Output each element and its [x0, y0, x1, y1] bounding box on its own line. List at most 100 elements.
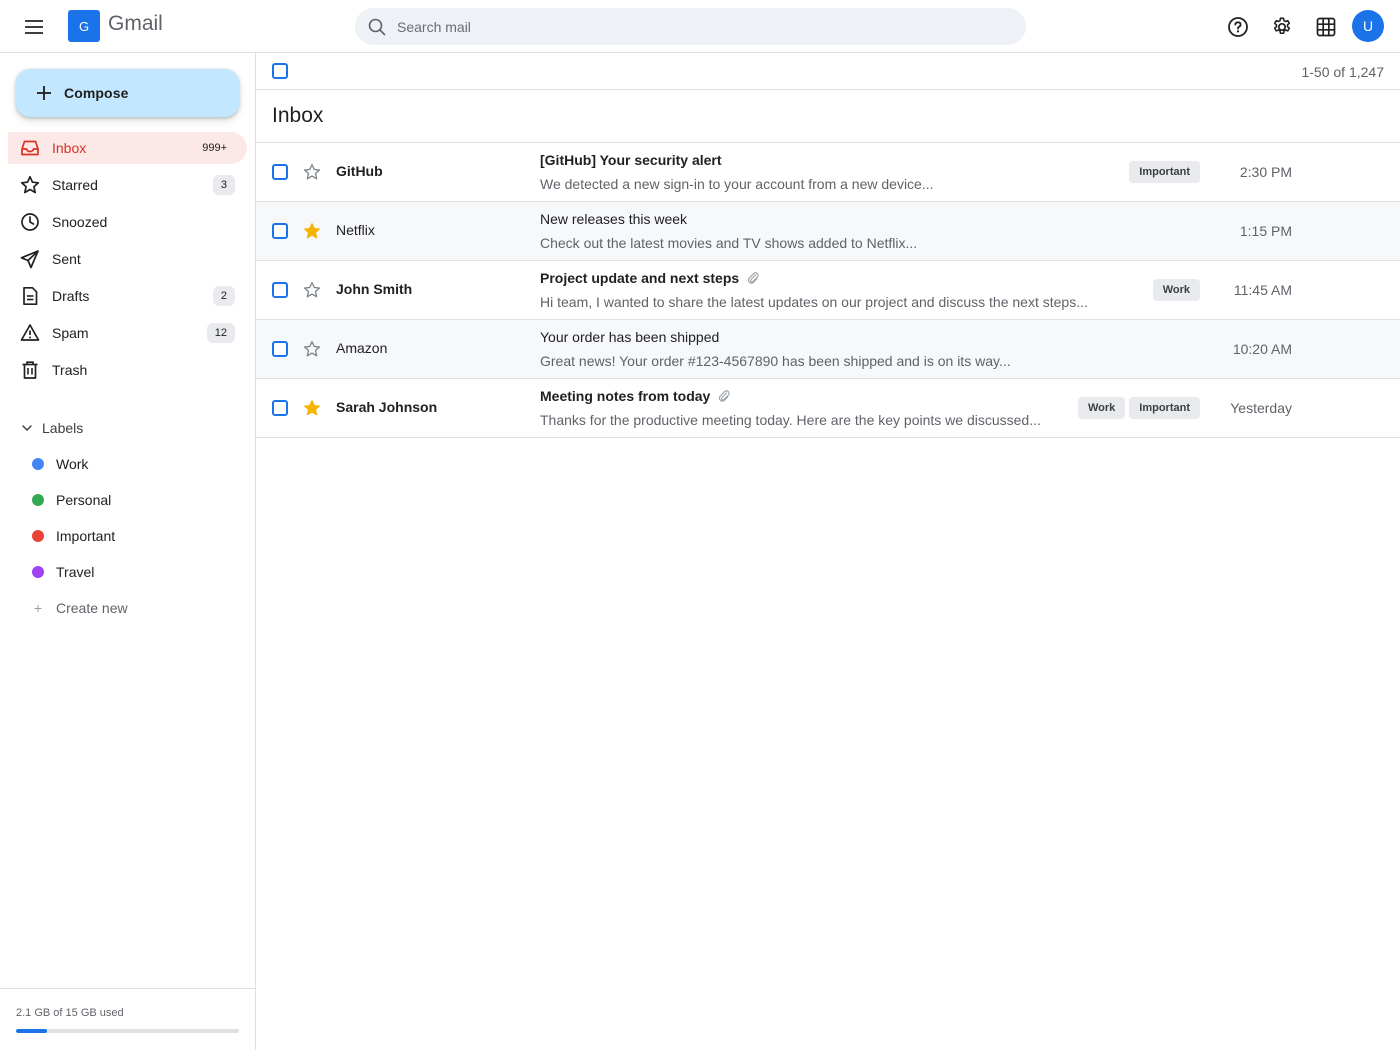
email-subject-line: Meeting notes from today: [540, 388, 731, 404]
list-toolbar: 1-50 of 1,247: [256, 53, 1400, 90]
sidebar-item-trash[interactable]: Trash: [8, 354, 247, 386]
help-icon: [1228, 17, 1248, 37]
email-row[interactable]: John Smith Project update and next steps H…: [256, 261, 1400, 320]
unread-count-badge: 999+: [202, 142, 227, 154]
email-subject: [GitHub] Your security alert: [540, 152, 722, 168]
email-checkbox[interactable]: [272, 223, 288, 239]
email-label-tag[interactable]: Important: [1129, 397, 1200, 419]
apps-button[interactable]: [1310, 11, 1342, 43]
sidebar-item-starred[interactable]: Starred 3: [8, 169, 247, 201]
label-name: Work: [56, 456, 89, 472]
email-label-tag[interactable]: Work: [1152, 279, 1200, 301]
sidebar-item-inbox[interactable]: Inbox 999+: [8, 132, 247, 164]
label-color-dot: [32, 494, 44, 506]
email-row[interactable]: Sarah Johnson Meeting notes from today Tha…: [256, 379, 1400, 438]
settings-button[interactable]: [1266, 11, 1298, 43]
labels-section-toggle[interactable]: Labels: [20, 417, 83, 439]
compose-button[interactable]: Compose: [16, 69, 239, 117]
storage-text: 2.1 GB of 15 GB used: [16, 1007, 124, 1019]
inbox-icon: [20, 138, 40, 158]
search-input[interactable]: [397, 18, 957, 35]
label-name: Important: [56, 528, 116, 544]
sidebar-item-spam[interactable]: Spam 12: [8, 317, 247, 349]
sidebar-item-label: Inbox: [52, 140, 87, 156]
sidebar-item-label: Snoozed: [52, 214, 108, 230]
main-menu-button[interactable]: [18, 11, 50, 43]
star-icon: [20, 175, 40, 195]
storage-indicator: 2.1 GB of 15 GB used: [0, 988, 255, 1050]
sidebar-item-label: Sent: [52, 251, 81, 267]
star-icon[interactable]: [303, 281, 321, 299]
create-new-label: Create new: [56, 600, 128, 616]
email-checkbox[interactable]: [272, 341, 288, 357]
count-badge: 12: [206, 323, 235, 343]
count-badge: 2: [212, 286, 235, 306]
email-tags: Work: [1152, 279, 1200, 301]
star-icon[interactable]: [303, 340, 321, 358]
email-sender: Netflix: [336, 222, 375, 238]
sidebar-item-drafts[interactable]: Drafts 2: [8, 280, 247, 312]
create-label-button[interactable]: + Create new: [30, 590, 128, 626]
email-sender: John Smith: [336, 281, 413, 297]
pagination-range: 1-50 of 1,247: [1301, 64, 1384, 80]
email-subject: Meeting notes from today: [540, 388, 711, 404]
search-icon[interactable]: [357, 8, 397, 45]
email-time: Yesterday: [1230, 400, 1292, 416]
apps-grid-icon: [1316, 17, 1336, 37]
sidebar-item-label: Starred: [52, 177, 98, 193]
email-snippet: Thanks for the productive meeting today.…: [540, 412, 1041, 428]
label-color-dot: [32, 566, 44, 578]
email-row[interactable]: Netflix New releases this week Check out t…: [256, 202, 1400, 261]
app-name[interactable]: Gmail: [108, 12, 163, 36]
email-snippet: Check out the latest movies and TV shows…: [540, 235, 918, 251]
label-list: Work Personal Important Travel + Create …: [30, 446, 128, 626]
main-content: 1-50 of 1,247 Inbox GitHub [GitHub] Your …: [256, 53, 1400, 1050]
trash-icon: [20, 360, 40, 380]
sidebar-item-label: Spam: [52, 325, 89, 341]
star-filled-icon[interactable]: [303, 222, 321, 240]
email-checkbox[interactable]: [272, 282, 288, 298]
chevron-down-icon: [22, 425, 32, 432]
email-time: 1:15 PM: [1239, 223, 1292, 239]
email-row[interactable]: Amazon Your order has been shipped Great n…: [256, 320, 1400, 379]
email-label-tag[interactable]: Important: [1129, 161, 1200, 183]
star-icon[interactable]: [303, 163, 321, 181]
email-subject: Project update and next steps: [540, 270, 740, 286]
email-label-tag[interactable]: Work: [1077, 397, 1126, 419]
compose-label: Compose: [64, 85, 129, 101]
email-list: GitHub [GitHub] Your security alert We det…: [256, 143, 1400, 438]
label-name: Personal: [56, 492, 112, 508]
page-title: Inbox: [256, 90, 1400, 143]
sidebar-item-label: Drafts: [52, 288, 90, 304]
email-sender: GitHub: [336, 163, 383, 179]
sidebar-item-sent[interactable]: Sent: [8, 243, 247, 275]
avatar[interactable]: U: [1352, 10, 1384, 42]
sidebar-item-snoozed[interactable]: Snoozed: [8, 206, 247, 238]
sidebar-item-label: Trash: [52, 362, 88, 378]
send-icon: [20, 249, 40, 269]
email-snippet: Hi team, I wanted to share the latest up…: [540, 294, 1088, 310]
email-sender: Sarah Johnson: [336, 399, 438, 415]
clock-icon: [20, 212, 40, 232]
label-color-dot: [32, 458, 44, 470]
label-important[interactable]: Important: [30, 518, 128, 554]
email-row[interactable]: GitHub [GitHub] Your security alert We det…: [256, 143, 1400, 202]
select-all-checkbox[interactable]: [272, 63, 288, 79]
label-work[interactable]: Work: [30, 446, 128, 482]
label-personal[interactable]: Personal: [30, 482, 128, 518]
star-filled-icon[interactable]: [303, 399, 321, 417]
count-badge: 3: [212, 175, 235, 195]
label-color-dot: [32, 530, 44, 542]
email-checkbox[interactable]: [272, 164, 288, 180]
email-checkbox[interactable]: [272, 400, 288, 416]
email-subject-line: Your order has been shipped: [540, 329, 719, 345]
email-tags: Important: [1129, 161, 1200, 183]
help-button[interactable]: [1222, 11, 1254, 43]
email-subject: New releases this week: [540, 211, 688, 227]
email-time: 11:45 AM: [1233, 282, 1292, 298]
gmail-logo-icon[interactable]: G: [68, 10, 100, 42]
email-time: 10:20 AM: [1232, 341, 1292, 357]
label-travel[interactable]: Travel: [30, 554, 128, 590]
search-bar[interactable]: [355, 8, 1026, 45]
attachment-icon: [718, 389, 731, 403]
